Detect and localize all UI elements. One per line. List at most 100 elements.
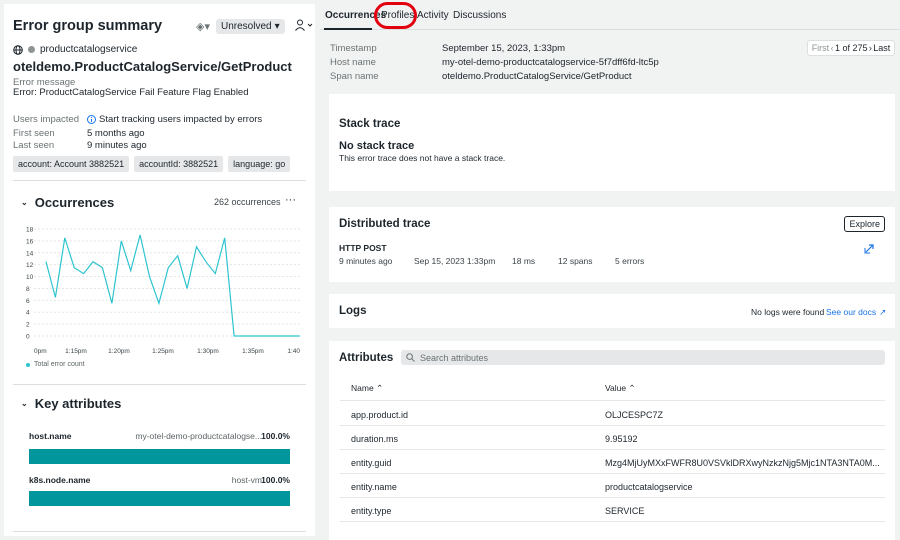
attr-value: SERVICE — [605, 506, 645, 516]
y-tick-label: 16 — [26, 238, 34, 245]
host-value: my-otel-demo-productcatalogservice-5f7df… — [442, 57, 659, 68]
divider — [13, 384, 306, 385]
key-attr-bar-track — [29, 491, 290, 506]
pager-first[interactable]: First — [812, 43, 830, 53]
key-attr-host[interactable]: host.name my-otel-demo-productcatalogse.… — [29, 431, 290, 465]
series-line[interactable] — [45, 234, 300, 337]
key-attr-name: k8s.node.name — [29, 475, 91, 485]
attr-name: entity.guid — [351, 458, 392, 468]
stack-trace-title: Stack trace — [339, 118, 401, 130]
status-dot — [28, 46, 35, 53]
globe-icon — [13, 44, 23, 55]
profiles-tab-highlight — [374, 2, 417, 29]
y-tick-label: 6 — [26, 298, 30, 305]
occurrence-pager: First ‹ 1 of 275 › Last — [807, 40, 895, 56]
table-row[interactable]: entity.type SERVICE — [340, 498, 885, 522]
trace-ago: 9 minutes ago — [339, 256, 393, 266]
attributes-card: Attributes Search attributes Name ⌃ Valu… — [329, 341, 895, 540]
col-value-header[interactable]: Value ⌃ — [605, 383, 636, 394]
priority-icon[interactable]: ◈▾ — [196, 20, 210, 33]
logs-docs-link[interactable]: See our docs ↗ — [826, 307, 886, 318]
distributed-trace-title: Distributed trace — [339, 218, 431, 230]
y-tick-label: 18 — [26, 227, 34, 234]
no-stack-title: No stack trace — [339, 140, 415, 152]
legend-label: Total error count — [34, 361, 85, 368]
attr-name: duration.ms — [351, 434, 399, 444]
chevron-down-icon: ▾ — [274, 21, 280, 32]
explore-button[interactable]: Explore — [844, 216, 885, 232]
more-icon[interactable]: ··· — [285, 194, 296, 206]
first-seen-label: First seen — [13, 128, 55, 139]
col-name-label: Name — [351, 383, 374, 393]
search-icon — [406, 353, 415, 362]
chevron-right-icon[interactable]: › — [869, 43, 872, 53]
panel-title: Error group summary — [13, 18, 163, 34]
y-tick-label: 12 — [26, 262, 34, 269]
attr-value: OLJCESPC7Z — [605, 410, 664, 420]
chevron-down-icon: ⌄ — [21, 198, 28, 207]
table-row[interactable]: entity.guid Mzg4MjUyMXxFWFR8U0VSVklDRXwyN… — [340, 450, 885, 474]
service-link[interactable]: productcatalogservice — [40, 44, 137, 55]
key-attr-node[interactable]: k8s.node.name host-vm 100.0% — [29, 475, 290, 509]
info-icon — [87, 115, 96, 124]
tag-account[interactable]: account: Account 3882521 — [13, 156, 130, 172]
search-placeholder: Search attributes — [420, 352, 489, 363]
key-attr-bar — [29, 491, 290, 506]
table-row[interactable]: duration.ms 9.95192 — [340, 426, 885, 450]
x-tick-label: 0pm — [34, 348, 47, 355]
trace-method[interactable]: HTTP POST — [339, 243, 387, 253]
pager-position: 1 of 275 — [834, 43, 868, 53]
key-attributes-header[interactable]: ⌄ Key attributes — [21, 396, 121, 411]
trace-spans: 12 spans — [558, 256, 593, 266]
header-controls: ◈▾ Unresolved ▾ — [196, 19, 313, 34]
host-label: Host name — [330, 57, 376, 68]
y-tick-label: 8 — [26, 286, 30, 293]
timestamp-value: September 15, 2023, 1:33pm — [442, 43, 566, 54]
attr-name: entity.name — [351, 482, 397, 492]
last-seen-label: Last seen — [13, 140, 55, 151]
service-row: productcatalogservice — [13, 44, 137, 55]
logs-title: Logs — [339, 305, 367, 317]
pager-last[interactable]: Last — [873, 43, 890, 53]
timestamp-label: Timestamp — [330, 43, 377, 54]
y-tick-label: 4 — [26, 310, 30, 317]
key-attr-name: host.name — [29, 431, 72, 441]
attr-name: app.product.id — [351, 410, 409, 420]
status-dropdown[interactable]: Unresolved ▾ — [215, 19, 285, 34]
tab-activity[interactable]: Activity — [417, 10, 449, 21]
sort-icon: ⌃ — [376, 383, 384, 393]
tag-list: account: Account 3882521 accountId: 3882… — [13, 156, 291, 172]
table-row[interactable]: entity.name productcatalogservice — [340, 474, 885, 498]
divider — [13, 531, 306, 532]
x-tick-label: 1:35pm — [242, 348, 264, 355]
tag-account-id[interactable]: accountId: 3882521 — [134, 156, 224, 172]
meta-host: Host name my-otel-demo-productcatalogser… — [330, 57, 659, 68]
key-attr-bar — [29, 449, 290, 464]
col-name-header[interactable]: Name ⌃ — [351, 383, 383, 394]
sort-icon: ⌃ — [628, 383, 636, 393]
first-seen-row: First seen 5 months ago — [13, 128, 145, 139]
users-impacted-link[interactable]: Start tracking users impacted by errors — [99, 114, 262, 125]
logs-card: Logs No logs were found See our docs ↗ — [329, 294, 895, 328]
attr-value: productcatalogservice — [605, 482, 693, 492]
tab-discussions[interactable]: Discussions — [453, 10, 506, 21]
legend-swatch — [26, 362, 30, 367]
attr-value: 9.95192 — [605, 434, 638, 444]
key-attr-pct: 100.0% — [261, 475, 290, 485]
trace-duration: 18 ms — [512, 256, 536, 266]
chevron-left-icon[interactable]: ‹ — [831, 43, 834, 53]
open-trace-icon[interactable] — [864, 242, 876, 254]
attributes-title: Attributes — [339, 352, 394, 364]
y-tick-label: 2 — [26, 322, 30, 329]
occurrences-header[interactable]: ⌄ Occurrences — [21, 195, 114, 210]
attribute-search[interactable]: Search attributes — [401, 350, 885, 365]
last-seen-value: 9 minutes ago — [87, 140, 147, 151]
tag-language[interactable]: language: go — [228, 156, 291, 172]
active-tab-indicator — [324, 28, 372, 30]
table-row[interactable]: app.product.id OLJCESPC7Z — [340, 402, 885, 426]
stack-trace-card: Stack trace No stack trace This error tr… — [329, 94, 895, 191]
key-attr-bar-track — [29, 449, 290, 464]
attributes-header-row: Name ⌃ Value ⌃ — [340, 373, 885, 401]
y-tick-label: 0 — [26, 334, 30, 341]
assignee-icon[interactable] — [294, 19, 313, 34]
